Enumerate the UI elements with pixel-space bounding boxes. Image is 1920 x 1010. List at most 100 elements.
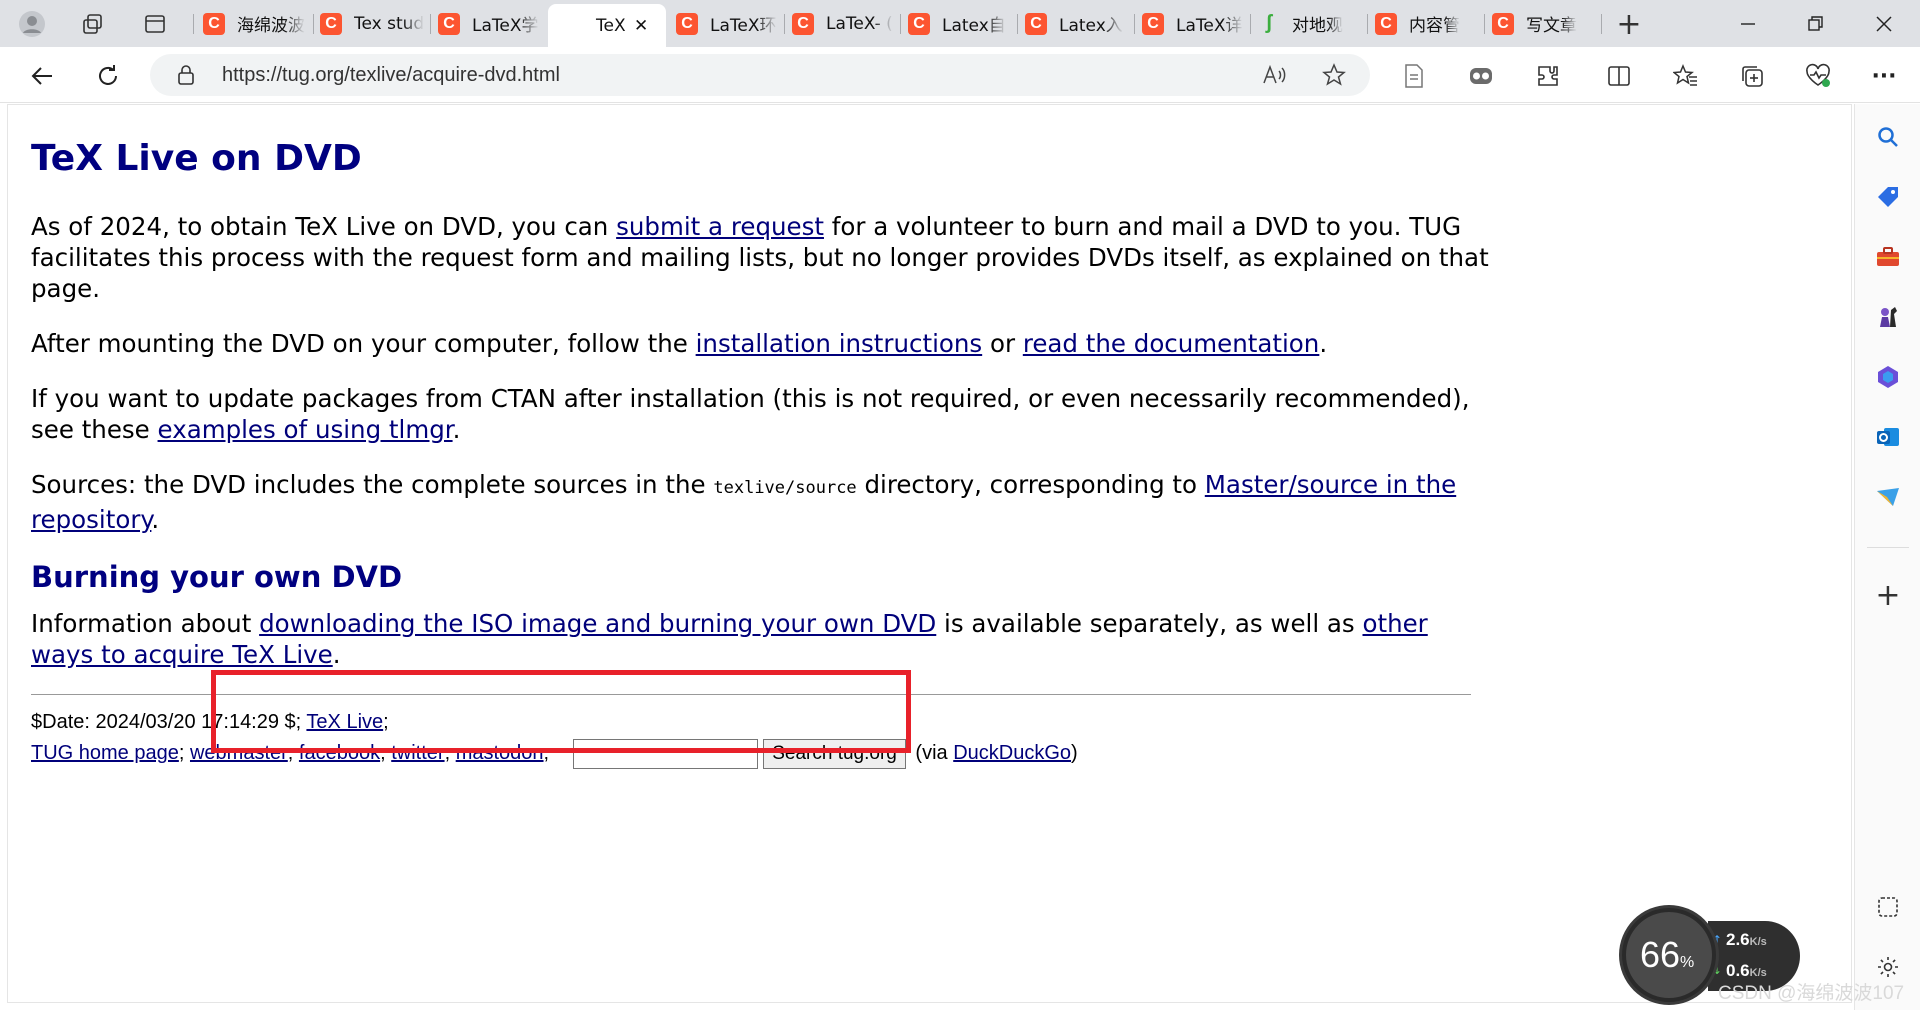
tab-title: 对地观 xyxy=(1292,16,1343,36)
browser-essentials-icon[interactable] xyxy=(1801,59,1835,93)
telegram-send-icon[interactable] xyxy=(1871,480,1905,514)
text: ; xyxy=(543,742,550,764)
text: . xyxy=(1319,329,1328,358)
outlook-icon[interactable] xyxy=(1871,420,1905,454)
paragraph-burning: Information about downloading the ISO im… xyxy=(31,608,1491,670)
new-tab-button[interactable]: + xyxy=(1614,6,1644,42)
search-input[interactable] xyxy=(572,738,758,769)
submit-request-link[interactable]: submit a request xyxy=(616,212,824,241)
extension-mask-icon[interactable] xyxy=(1464,59,1498,93)
read-aloud-icon[interactable] xyxy=(1262,63,1288,91)
text: or xyxy=(982,329,1023,358)
text: As of 2024, to obtain TeX Live on DVD, y… xyxy=(31,212,617,241)
text: is available separately, as well as xyxy=(936,609,1363,638)
page-footer: $Date: 2024/03/20 17:14:29 $; TeX Live; … xyxy=(31,707,1491,769)
text: ; xyxy=(383,711,389,733)
tab-6[interactable]: C Latex自 xyxy=(908,6,1012,41)
percent-unit: % xyxy=(1680,954,1695,971)
csdn-icon: C xyxy=(1375,12,1397,35)
section-heading: Burning your own DVD xyxy=(31,560,403,594)
tab-title: Latex自 xyxy=(942,16,1006,36)
refresh-button[interactable] xyxy=(91,59,125,93)
cpu-usage-gauge: 66% xyxy=(1622,908,1716,1002)
text: After mounting the DVD on your computer,… xyxy=(31,329,696,358)
tab-0[interactable]: C 海绵波波 xyxy=(203,6,309,41)
read-documentation-link[interactable]: read the documentation xyxy=(1023,329,1320,358)
search-icon[interactable] xyxy=(1871,120,1905,154)
tab-title: Latex入 xyxy=(1059,16,1123,36)
minimize-button[interactable] xyxy=(1733,9,1763,39)
date-stamp: $Date: 2024/03/20 17:14:29 $; xyxy=(31,711,307,733)
paragraph-sources: Sources: the DVD includes the complete s… xyxy=(31,469,1491,535)
source-path-code: texlive/source xyxy=(713,478,857,498)
tab-5[interactable]: C LaTeX- ( xyxy=(792,6,896,41)
more-menu-icon[interactable]: ··· xyxy=(1867,59,1901,93)
cpu-percent: 66% xyxy=(1640,934,1694,976)
search-button[interactable]: Search tug.org xyxy=(763,738,906,769)
csdn-icon: C xyxy=(1492,12,1514,35)
close-window-button[interactable] xyxy=(1869,9,1899,39)
url-text[interactable]: https://tug.org/texlive/acquire-dvd.html xyxy=(222,64,560,87)
edge-sidebar: + xyxy=(1854,104,1920,1010)
microsoft-365-icon[interactable] xyxy=(1871,360,1905,394)
tab-title: LaTeX- ( xyxy=(826,13,893,34)
navigation-bar: https://tug.org/texlive/acquire-dvd.html… xyxy=(0,47,1920,103)
favorites-icon[interactable] xyxy=(1669,59,1703,93)
vertical-tabs-icon[interactable] xyxy=(140,9,170,39)
duckduckgo-link[interactable]: DuckDuckGo xyxy=(953,742,1071,764)
screenshot-icon[interactable] xyxy=(1871,890,1905,924)
back-button[interactable] xyxy=(25,59,59,93)
tab-2[interactable]: C LaTeX学 xyxy=(438,6,540,41)
csdn-icon: C xyxy=(203,12,225,35)
lock-icon[interactable] xyxy=(176,64,196,90)
texlive-link[interactable]: TeX Live xyxy=(306,711,383,733)
footer-line-1: $Date: 2024/03/20 17:14:29 $; TeX Live; xyxy=(31,707,1491,738)
tools-briefcase-icon[interactable] xyxy=(1871,240,1905,274)
immersive-reader-icon[interactable] xyxy=(1397,59,1431,93)
text: Sources: the DVD includes the complete s… xyxy=(31,470,714,499)
facebook-link[interactable]: facebook xyxy=(299,742,380,764)
leaf-icon: ʃ xyxy=(1265,12,1273,34)
restore-button[interactable] xyxy=(1801,9,1831,39)
tab-1[interactable]: C Tex stud xyxy=(320,6,425,41)
workspaces-icon[interactable] xyxy=(78,9,108,39)
tab-title: 内容管 xyxy=(1409,16,1460,36)
speed-unit: K/s xyxy=(1749,936,1767,948)
tab-8[interactable]: C LaTeX详 xyxy=(1142,6,1246,41)
collections-icon[interactable] xyxy=(1735,59,1769,93)
download-iso-link[interactable]: downloading the ISO image and burning yo… xyxy=(259,609,936,638)
tab-title: LaTeX学 xyxy=(472,16,539,36)
watermark: CSDN @海绵波波107 xyxy=(1718,983,1905,1004)
tab-9[interactable]: ʃ 对地观 xyxy=(1258,6,1362,41)
csdn-icon: C xyxy=(792,12,814,35)
webmaster-link[interactable]: webmaster xyxy=(190,742,288,764)
games-chess-icon[interactable] xyxy=(1871,300,1905,334)
add-sidebar-app-icon[interactable]: + xyxy=(1871,578,1905,613)
split-screen-icon[interactable] xyxy=(1602,59,1636,93)
tab-title: 写文章 xyxy=(1526,16,1577,36)
plus-icon: + xyxy=(1616,6,1642,42)
tlmgr-examples-link[interactable]: examples of using tlmgr xyxy=(158,415,453,444)
paragraph-request: As of 2024, to obtain TeX Live on DVD, y… xyxy=(31,211,1491,304)
tab-10[interactable]: C 内容管 xyxy=(1375,6,1479,41)
profile-avatar-icon[interactable] xyxy=(17,9,47,39)
close-tab-icon[interactable]: ✕ xyxy=(634,16,648,36)
page-title: TeX Live on DVD xyxy=(31,138,362,179)
text: ; xyxy=(178,742,185,764)
text: ; xyxy=(380,742,386,764)
tab-7[interactable]: C Latex入 xyxy=(1025,6,1129,41)
tug-home-link[interactable]: TUG home page xyxy=(31,742,179,764)
csdn-icon: C xyxy=(1142,12,1164,35)
installation-instructions-link[interactable]: installation instructions xyxy=(696,329,983,358)
tab-4[interactable]: C LaTeX环 xyxy=(676,6,778,41)
mastodon-link[interactable]: mastodon xyxy=(456,742,544,764)
twitter-link[interactable]: twitter xyxy=(391,742,444,764)
address-bar[interactable]: https://tug.org/texlive/acquire-dvd.html xyxy=(150,54,1370,96)
extensions-icon[interactable] xyxy=(1531,59,1565,93)
tab-title: TeX xyxy=(596,15,626,36)
page-body: TeX Live on DVD As of 2024, to obtain Te… xyxy=(31,137,1491,769)
favorite-star-icon[interactable] xyxy=(1322,63,1346,91)
shopping-tag-icon[interactable] xyxy=(1871,180,1905,214)
tab-active[interactable]: TeX ✕ xyxy=(548,4,666,47)
tab-11[interactable]: C 写文章 xyxy=(1492,6,1596,41)
